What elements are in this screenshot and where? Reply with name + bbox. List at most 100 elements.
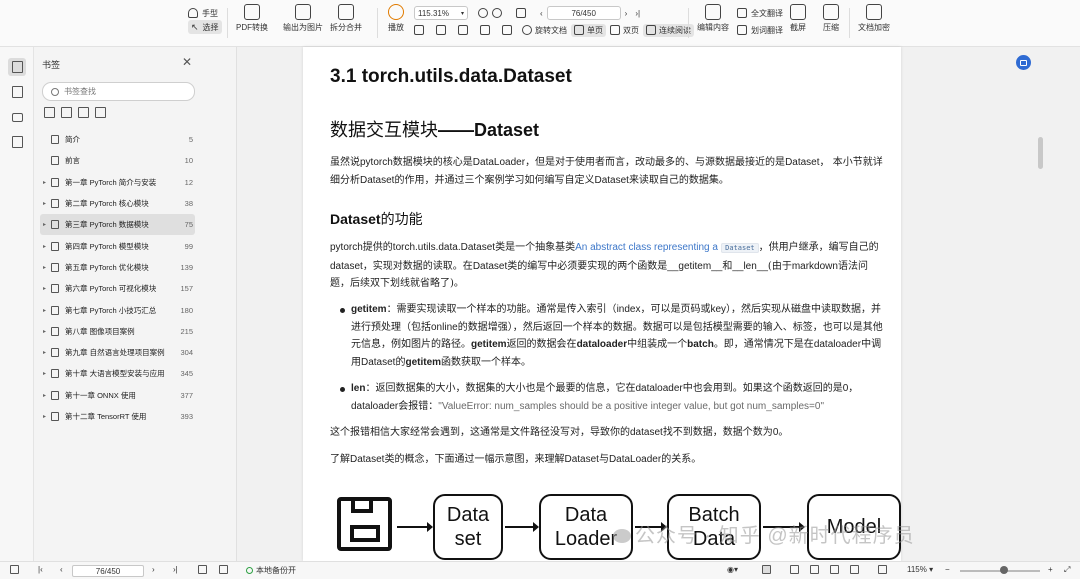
fit-zoom-icon[interactable]	[878, 565, 887, 574]
fit-page-icon[interactable]	[516, 8, 526, 18]
doc-link[interactable]: An abstract class representing a	[575, 242, 718, 253]
bookmark-item[interactable]: ▸ 第一章 PyTorch 简介与安装 12	[40, 172, 195, 193]
status-page-input[interactable]: 76/450	[72, 565, 144, 577]
hand-tool-button[interactable]: 手型	[188, 6, 218, 20]
split-merge-button[interactable]: 拆分合并	[330, 4, 362, 33]
expand-all-icon[interactable]	[44, 107, 55, 118]
bookmark-item[interactable]: ▸ 第十二章 TensorRT 使用 393	[40, 406, 195, 427]
eye-icon[interactable]: ◉▾	[727, 565, 738, 574]
select-tool-button[interactable]: ↖ 选择	[188, 20, 222, 34]
edit-content-button[interactable]: 编辑内容	[697, 4, 729, 33]
view-mode-icon-4[interactable]	[480, 25, 490, 35]
continuous-read-button[interactable]: 连续阅读	[643, 23, 694, 37]
screenshot-button[interactable]: 截屏	[790, 4, 806, 33]
next-page-status-icon[interactable]: ›	[152, 565, 155, 574]
vertical-scrollbar[interactable]	[1038, 137, 1043, 169]
chevron-right-icon[interactable]: ▸	[40, 307, 49, 314]
bookmark-item[interactable]: ▸ 第九章 自然语言处理项目案例 304	[40, 342, 195, 363]
chevron-right-icon[interactable]: ▸	[40, 349, 49, 356]
fullscreen-icon[interactable]	[850, 565, 859, 574]
export-image-icon	[295, 4, 311, 20]
bookmark-search[interactable]	[42, 82, 195, 101]
last-page-status-icon[interactable]: ›|	[173, 565, 178, 574]
zoom-slider-thumb[interactable]	[1000, 566, 1008, 574]
bookmark-label: 第五章 PyTorch 优化模块	[65, 262, 149, 272]
bookmark-page-number: 180	[180, 305, 193, 315]
zoom-in-icon[interactable]	[492, 8, 502, 18]
chevron-right-icon[interactable]: ▸	[40, 243, 49, 250]
chevron-right-icon[interactable]: ▸	[40, 264, 49, 271]
double-page-button[interactable]: 双页	[610, 25, 639, 36]
rotate-status-icon[interactable]	[219, 565, 228, 574]
last-page-icon[interactable]: ›|	[635, 9, 640, 18]
chevron-right-icon[interactable]: ▸	[40, 200, 49, 207]
chevron-right-icon[interactable]: ▸	[40, 328, 49, 335]
chevron-right-icon[interactable]: ▸	[40, 285, 49, 292]
bookmark-item[interactable]: ▸ 第二章 PyTorch 核心模块 38	[40, 193, 195, 214]
bookmark-item[interactable]: 前言 10	[40, 150, 195, 171]
bookmark-icon	[51, 262, 59, 272]
next-page-icon[interactable]: ›	[625, 9, 628, 18]
collapse-all-icon[interactable]	[61, 107, 72, 118]
bookmark-item[interactable]: 简介 5	[40, 129, 195, 150]
view-double-icon[interactable]	[810, 565, 819, 574]
search-icon	[51, 87, 59, 96]
view-mode-icon-5[interactable]	[502, 25, 512, 35]
sidebar-toggle-icon[interactable]	[10, 565, 19, 574]
prev-page-icon[interactable]: ‹	[540, 9, 543, 18]
play-button[interactable]: 播放	[388, 4, 404, 33]
encrypt-button[interactable]: 文档加密	[858, 4, 890, 33]
view-grid-icon[interactable]	[830, 565, 839, 574]
add-bookmark-icon[interactable]	[78, 107, 89, 118]
view-mode-icon-3[interactable]	[458, 25, 468, 35]
chevron-right-icon[interactable]: ▸	[40, 392, 49, 399]
pdf-convert-button[interactable]: PDF转换	[236, 4, 268, 33]
compress-button[interactable]: 压缩	[823, 4, 839, 33]
view-mode-icon-2[interactable]	[436, 25, 446, 35]
close-icon[interactable]: ✕	[182, 55, 192, 69]
comment-panel-button[interactable]	[8, 108, 26, 126]
bookmark-list: 简介 5 前言 10 ▸ 第一章 PyTorch 简介与安装 12 ▸ 第二章 PyTorch …	[40, 129, 195, 427]
zoom-select[interactable]: 115.31% ▾	[414, 6, 468, 20]
single-page-button[interactable]: 单页	[571, 23, 606, 37]
bookmark-item[interactable]: ▸ 第六章 PyTorch 可视化模块 157	[40, 278, 195, 299]
chevron-right-icon[interactable]: ▸	[40, 413, 49, 420]
cursor-icon: ↖	[191, 21, 199, 32]
backup-status[interactable]: 本地备份开	[246, 565, 296, 576]
bookmark-item[interactable]: ▸ 第三章 PyTorch 数据模块 75	[40, 214, 195, 236]
zoom-in-status-icon[interactable]: +	[1048, 565, 1053, 574]
bookmark-item[interactable]: ▸ 第十一章 ONNX 使用 377	[40, 385, 195, 406]
page-input[interactable]: 76/450	[546, 6, 621, 20]
zoom-level[interactable]: 115% ▾	[907, 565, 933, 574]
view-continuous-icon[interactable]	[762, 565, 771, 574]
export-image-button[interactable]: 输出为图片	[283, 4, 323, 33]
chevron-right-icon[interactable]: ▸	[40, 221, 49, 228]
bookmark-item[interactable]: ▸ 第四章 PyTorch 模型模块 99	[40, 235, 195, 256]
rotate-doc-button[interactable]: 旋转文档	[522, 25, 567, 36]
bookmark-label: 第十二章 TensorRT 使用	[65, 412, 147, 421]
bookmark-settings-icon[interactable]	[95, 107, 106, 118]
document-viewport[interactable]: 3.1 torch.utils.data.Dataset 数据交互模块——Dat…	[237, 47, 1080, 561]
bookmark-item[interactable]: ▸ 第十章 大语言模型安装与应用 345	[40, 363, 195, 384]
full-translate-button[interactable]: 全文翻译	[737, 6, 783, 20]
fit-width-icon[interactable]	[198, 565, 207, 574]
expand-icon[interactable]: ⤢	[1064, 565, 1070, 575]
zoom-out-status-icon[interactable]: −	[945, 565, 950, 574]
bookmark-item[interactable]: ▸ 第七章 PyTorch 小技巧汇总 180	[40, 299, 195, 320]
first-page-icon[interactable]: |‹	[38, 565, 43, 574]
view-mode-icon-1[interactable]	[414, 25, 424, 35]
chevron-right-icon[interactable]: ▸	[40, 179, 49, 186]
bookmark-panel-button[interactable]	[8, 58, 26, 76]
prev-page-status-icon[interactable]: ‹	[60, 565, 63, 574]
zoom-out-icon[interactable]	[478, 8, 488, 18]
assistant-badge[interactable]	[1016, 55, 1031, 70]
attachment-panel-button[interactable]	[8, 133, 26, 151]
view-single-icon[interactable]	[790, 565, 799, 574]
bookmark-item[interactable]: ▸ 第八章 图像项目案例 215	[40, 321, 195, 342]
document-page: 3.1 torch.utils.data.Dataset 数据交互模块——Dat…	[303, 47, 901, 561]
bookmark-item[interactable]: ▸ 第五章 PyTorch 优化模块 139	[40, 257, 195, 278]
thumbnail-panel-button[interactable]	[8, 83, 26, 101]
chevron-right-icon[interactable]: ▸	[40, 370, 49, 377]
word-translate-button[interactable]: 划词翻译	[737, 23, 783, 37]
bookmark-search-input[interactable]	[64, 87, 184, 96]
